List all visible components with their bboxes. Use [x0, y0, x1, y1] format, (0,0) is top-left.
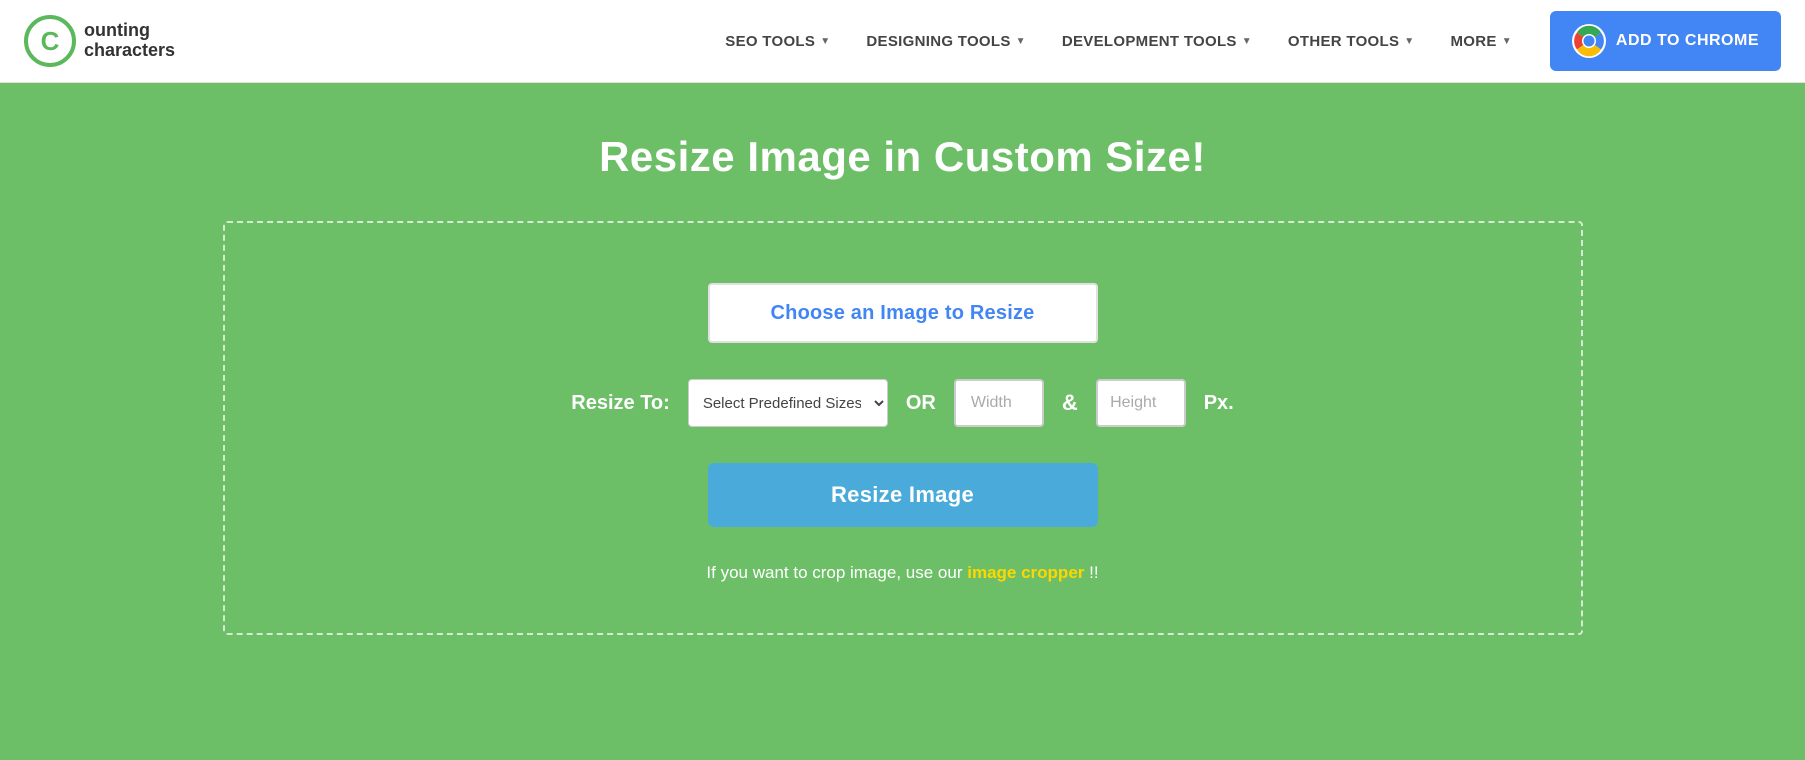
- nav-label-other-tools: OTHER TOOLS: [1288, 33, 1399, 50]
- nav-label-designing-tools: DESIGNING TOOLS: [866, 33, 1010, 50]
- width-input[interactable]: [954, 379, 1044, 427]
- main-nav: SEO TOOLS ▼ DESIGNING TOOLS ▼ DEVELOPMEN…: [707, 0, 1530, 82]
- chevron-down-icon: ▼: [1016, 36, 1026, 47]
- choose-image-label: Choose an Image to Resize: [771, 302, 1035, 325]
- logo-link[interactable]: C ounting characters: [24, 15, 175, 67]
- nav-label-seo-tools: SEO TOOLS: [725, 33, 815, 50]
- add-to-chrome-button[interactable]: ADD TO CHROME: [1550, 11, 1781, 71]
- choose-image-button[interactable]: Choose an Image to Resize: [708, 283, 1098, 343]
- resize-image-button[interactable]: Resize Image: [708, 463, 1098, 527]
- nav-item-designing-tools[interactable]: DESIGNING TOOLS ▼: [848, 0, 1043, 83]
- chevron-down-icon: ▼: [1502, 36, 1512, 47]
- nav-item-seo-tools[interactable]: SEO TOOLS ▼: [707, 0, 848, 83]
- page-title: Resize Image in Custom Size!: [599, 133, 1206, 181]
- chevron-down-icon: ▼: [820, 36, 830, 47]
- chevron-down-icon: ▼: [1242, 36, 1252, 47]
- px-label: Px.: [1204, 392, 1234, 415]
- crop-hint: If you want to crop image, use our image…: [706, 563, 1098, 583]
- ampersand-symbol: &: [1062, 390, 1078, 416]
- site-header: C ounting characters SEO TOOLS ▼ DESIGNI…: [0, 0, 1805, 83]
- nav-label-development-tools: DEVELOPMENT TOOLS: [1062, 33, 1237, 50]
- crop-link-text: image cropper: [967, 563, 1084, 582]
- resize-to-label: Resize To:: [571, 392, 670, 415]
- nav-item-more[interactable]: MORE ▼: [1433, 0, 1530, 83]
- logo-c-letter: C: [24, 15, 76, 67]
- chrome-icon: [1572, 24, 1606, 58]
- nav-item-development-tools[interactable]: DEVELOPMENT TOOLS ▼: [1044, 0, 1270, 83]
- predefined-sizes-select[interactable]: Select Predefined Sizes 100x100 200x200 …: [688, 379, 888, 427]
- chevron-down-icon: ▼: [1404, 36, 1414, 47]
- crop-hint-suffix: !!: [1089, 563, 1098, 582]
- image-cropper-link[interactable]: image cropper: [967, 563, 1089, 582]
- height-input[interactable]: [1096, 379, 1186, 427]
- tool-container: Choose an Image to Resize Resize To: Sel…: [223, 221, 1583, 635]
- logo-text: ounting characters: [84, 21, 175, 61]
- nav-label-more: MORE: [1451, 33, 1497, 50]
- resize-image-label: Resize Image: [831, 482, 974, 507]
- add-chrome-label: ADD TO CHROME: [1616, 32, 1759, 50]
- resize-row: Resize To: Select Predefined Sizes 100x1…: [571, 379, 1233, 427]
- crop-hint-text: If you want to crop image, use our: [706, 563, 962, 582]
- or-text: OR: [906, 392, 936, 415]
- main-content: Resize Image in Custom Size! Choose an I…: [0, 83, 1805, 760]
- nav-item-other-tools[interactable]: OTHER TOOLS ▼: [1270, 0, 1433, 83]
